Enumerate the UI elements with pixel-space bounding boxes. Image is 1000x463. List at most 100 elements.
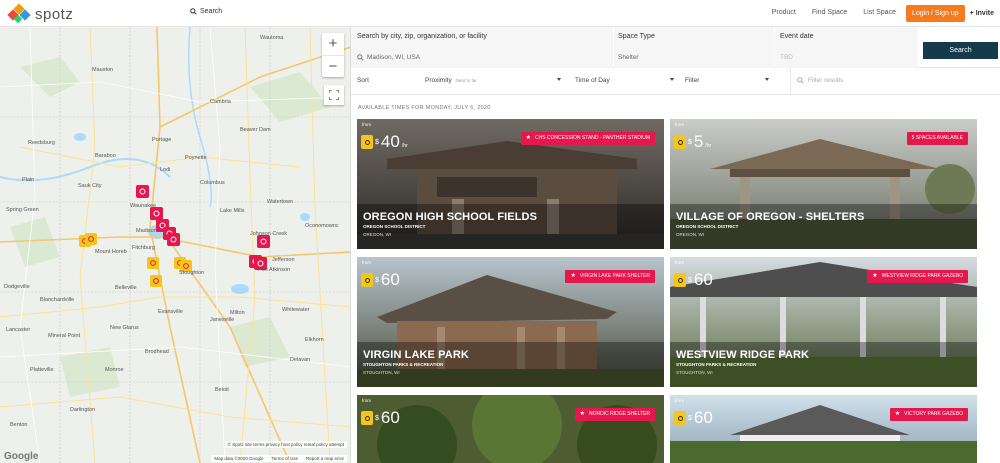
price-from-label: from bbox=[675, 398, 684, 403]
map-town-label: Elkhorn bbox=[305, 337, 324, 343]
event-date-field[interactable]: Event date TBD bbox=[775, 27, 918, 68]
map-town-label: Jefferson bbox=[272, 257, 295, 263]
event-date-input[interactable]: TBD bbox=[780, 54, 793, 61]
location-field[interactable]: Search by city, zip, organization, or fa… bbox=[351, 27, 613, 68]
map-town-label: New Glarus bbox=[110, 325, 139, 331]
nav-find-space[interactable]: Find Space bbox=[804, 4, 855, 22]
listing-title: VIRGIN LAKE PARK bbox=[363, 349, 469, 361]
listing-card[interactable]: from $5/hr 5 SPACES AVAILABLE VILLAGE OF… bbox=[670, 119, 977, 249]
currency-symbol: $ bbox=[375, 414, 379, 422]
header-search-link[interactable]: Search bbox=[190, 8, 222, 15]
fullscreen-icon bbox=[329, 90, 339, 100]
filter-bar: Sort Proximity Near to far Time of Day F… bbox=[351, 68, 1000, 95]
map-town-label: Mount Horeb bbox=[95, 249, 127, 255]
listing-organization: OREGON SCHOOL DISTRICT bbox=[363, 224, 426, 229]
logo-icon bbox=[7, 3, 31, 24]
listing-location: STOUGHTON, WI bbox=[363, 370, 400, 375]
listing-title: OREGON HIGH SCHOOL FIELDS bbox=[363, 211, 538, 223]
space-badge[interactable]: ★ VIRGIN LAKE PARK SHELTER bbox=[565, 270, 655, 283]
filter-divider bbox=[790, 68, 791, 95]
nav-product[interactable]: Product bbox=[764, 4, 804, 22]
space-type-label: Space Type bbox=[618, 33, 655, 40]
map-town-label: Lodi bbox=[160, 167, 171, 173]
search-bar: Search by city, zip, organization, or fa… bbox=[351, 27, 1000, 68]
zoom-out-button[interactable]: − bbox=[322, 55, 344, 77]
listing-location: STOUGHTON, WI bbox=[676, 370, 713, 375]
map-town-label: Lancaster bbox=[6, 327, 31, 333]
listing-card[interactable]: from $60 ★ VICTORY PARK GAZEBO bbox=[670, 395, 977, 463]
map-report-link[interactable]: Report a map error bbox=[306, 456, 344, 461]
star-icon: ★ bbox=[894, 411, 901, 417]
map-site-links[interactable]: © Spotz site terms privacy host policy r… bbox=[224, 441, 347, 448]
map-background bbox=[0, 27, 350, 463]
listing-organization: OREGON SCHOOL DISTRICT bbox=[676, 224, 739, 229]
map-town-label: Whitewater bbox=[282, 307, 310, 313]
time-of-day-select[interactable]: Time of Day bbox=[575, 77, 610, 84]
price-unit: /hr bbox=[401, 143, 408, 149]
map-town-label: Reedsburg bbox=[28, 140, 55, 146]
price-amount: 60 bbox=[380, 270, 400, 289]
chevron-down-icon bbox=[557, 78, 561, 81]
map-terms-link[interactable]: Terms of Use bbox=[271, 456, 298, 461]
price-from-label: from bbox=[362, 122, 371, 127]
listing-card[interactable]: from $60 ★ NORDIC RIDGE SHELTER bbox=[357, 395, 664, 463]
search-button[interactable]: Search bbox=[923, 42, 998, 59]
space-type-field[interactable]: Space Type Shelter bbox=[614, 27, 774, 68]
map-town-label: Wautoma bbox=[260, 35, 284, 41]
price-from-label: from bbox=[362, 398, 371, 403]
map-town-label: Janesville bbox=[210, 317, 235, 323]
map-town-label: Waunakee bbox=[130, 203, 157, 209]
zoom-in-button[interactable]: + bbox=[322, 33, 344, 55]
map-town-label: Evansville bbox=[158, 309, 183, 315]
chevron-down-icon bbox=[670, 78, 674, 81]
listing-organization: STOUGHTON PARKS & RECREATION bbox=[363, 362, 444, 367]
star-icon: ★ bbox=[872, 273, 878, 279]
map-town-label: Madison bbox=[136, 228, 157, 234]
login-signup-button[interactable]: Login / Sign up bbox=[905, 4, 965, 22]
map-data-credit: Map data ©2020 Google bbox=[214, 456, 264, 461]
listing-card[interactable]: from $60 ★ VIRGIN LAKE PARK SHELTER VIRGI… bbox=[357, 257, 664, 387]
sort-label: Sort bbox=[357, 77, 369, 84]
fullscreen-button[interactable] bbox=[324, 85, 344, 105]
currency-symbol: $ bbox=[688, 138, 692, 146]
star-icon: ★ bbox=[579, 411, 585, 417]
map-town-label: Mauston bbox=[92, 67, 114, 73]
filter-results-input[interactable]: Filter results bbox=[797, 77, 843, 84]
price-from-label: from bbox=[362, 260, 371, 265]
map-town-label: Plain bbox=[22, 177, 35, 183]
map-town-label: Benton bbox=[10, 422, 28, 428]
space-badge[interactable]: 5 SPACES AVAILABLE bbox=[906, 132, 968, 145]
location-input[interactable]: Madison, WI, USA bbox=[357, 54, 420, 61]
price-pin-icon bbox=[674, 273, 686, 287]
listing-location: OREGON, WI bbox=[676, 232, 704, 237]
spotz-logo[interactable]: spotz bbox=[7, 3, 74, 24]
space-badge[interactable]: ★ VICTORY PARK GAZEBO bbox=[889, 408, 968, 421]
search-icon bbox=[797, 77, 804, 84]
sort-select[interactable]: Proximity Near to far bbox=[425, 77, 477, 84]
price-tag: $40/hr bbox=[361, 132, 408, 152]
logo-text: spotz bbox=[35, 5, 74, 23]
listing-organization: STOUGHTON PARKS & RECREATION bbox=[676, 362, 757, 367]
listing-card[interactable]: from $40/hr ★ CHS CONCESSION STAND - PANT… bbox=[357, 119, 664, 249]
nav-list-space[interactable]: List Space bbox=[855, 4, 904, 22]
star-icon: ★ bbox=[570, 273, 576, 279]
listing-photo bbox=[357, 395, 664, 463]
listing-title: VILLAGE OF OREGON - SHELTERS bbox=[676, 211, 865, 223]
filter-select[interactable]: Filter bbox=[685, 77, 699, 84]
space-badge[interactable]: ★ WESTVIEW RIDGE PARK GAZEBO bbox=[867, 270, 968, 283]
space-badge[interactable]: ★ CHS CONCESSION STAND - PANTHER STADIUM bbox=[520, 132, 655, 145]
map-town-label: Fort Atkinson bbox=[258, 267, 291, 273]
listing-location: OREGON, WI bbox=[363, 232, 391, 237]
space-badge[interactable]: ★ NORDIC RIDGE SHELTER bbox=[574, 408, 655, 421]
space-badge-label: WESTVIEW RIDGE PARK GAZEBO bbox=[881, 273, 963, 279]
invite-button[interactable]: + Invite bbox=[970, 10, 994, 17]
map-town-label: Spring Green bbox=[6, 207, 39, 213]
map-panel[interactable]: Waunakee Madison Fitchburg Stoughton For… bbox=[0, 27, 351, 463]
location-label: Search by city, zip, organization, or fa… bbox=[357, 33, 487, 40]
price-tag: $5/hr bbox=[674, 132, 711, 152]
map-town-label: Monroe bbox=[105, 367, 124, 373]
map-town-label: Oconomowoc bbox=[305, 223, 339, 229]
map-town-label: Poynette bbox=[185, 155, 207, 161]
price-tag: $60 bbox=[674, 270, 713, 290]
listing-card[interactable]: from $60 ★ WESTVIEW RIDGE PARK GAZEBO WES… bbox=[670, 257, 977, 387]
